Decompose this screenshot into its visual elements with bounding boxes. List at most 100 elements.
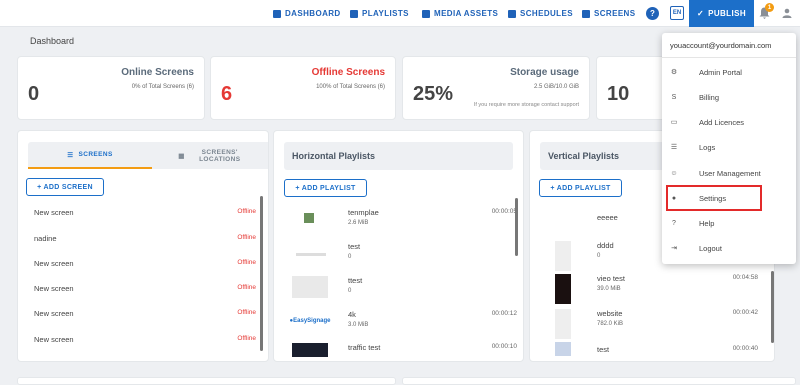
scrollbar[interactable] <box>260 196 263 351</box>
bottom-panel <box>402 377 796 385</box>
add-screen-button[interactable]: + ADD SCREEN <box>26 178 104 196</box>
scrollbar[interactable] <box>515 198 518 256</box>
playlist-row[interactable]: ●EasySignage 4k 3.0 MiB 00:00:12 <box>290 310 517 334</box>
page-title: Dashboard <box>30 36 75 46</box>
playlist-size: 2.6 MiB <box>348 220 369 226</box>
playlist-thumbnail <box>555 241 571 271</box>
publish-button[interactable]: ✓ PUBLISH <box>689 0 754 27</box>
offline-title: Offline Screens <box>311 67 385 78</box>
screen-row[interactable]: New screen Offline <box>34 208 256 220</box>
bottom-panel <box>17 377 396 385</box>
playlist-size: 3.0 MiB <box>348 322 369 328</box>
playlist-thumbnail <box>292 208 328 230</box>
playlist-thumbnail <box>555 309 571 339</box>
users-icon: ☺ <box>670 169 678 177</box>
screen-name: New screen <box>34 259 74 268</box>
nav-screens-label: SCREENS <box>594 9 636 18</box>
playlist-row[interactable]: test 0 <box>292 242 517 266</box>
logout-icon: ⇥ <box>671 245 677 252</box>
screen-name: New screen <box>34 335 74 344</box>
playlist-thumbnail <box>292 242 328 264</box>
menu-item-billing[interactable]: S Billing <box>662 89 796 107</box>
playlist-duration: 00:00:42 <box>732 309 758 316</box>
tab-locations[interactable]: ▦ SCREENS' LOCATIONS <box>152 142 268 169</box>
language-button[interactable]: EN <box>670 6 684 20</box>
playlist-size: 39.0 MiB <box>597 286 621 292</box>
image-icon <box>422 9 430 18</box>
list-icon: ☰ <box>67 151 74 159</box>
online-count: 0 <box>28 83 40 105</box>
playlist-row[interactable]: tenmplae 2.6 MiB 00:00:05 <box>292 208 517 232</box>
horizontal-playlists-title: Horizontal Playlists <box>284 142 513 170</box>
menu-item-logout[interactable]: ⇥ Logout <box>662 240 796 258</box>
playlist-thumbnail <box>555 342 571 356</box>
nav-playlists[interactable]: PLAYLISTS <box>350 0 409 27</box>
screen-status: Offline <box>237 208 256 215</box>
menu-item-admin-portal[interactable]: ⚙ Admin Portal <box>662 64 796 82</box>
playlist-name: website <box>597 309 623 318</box>
screen-status: Offline <box>237 309 256 316</box>
nav-screens[interactable]: SCREENS <box>582 0 635 27</box>
dashboard-icon <box>273 9 281 18</box>
user-menu-icon[interactable] <box>782 8 792 18</box>
screen-row[interactable]: New screen Offline <box>34 259 256 271</box>
playlist-row[interactable]: ttest 0 <box>292 276 517 300</box>
offline-count: 6 <box>221 83 233 105</box>
online-sub: 0% of Total Screens (6) <box>131 84 194 90</box>
playlist-size: 0 <box>597 253 601 259</box>
screen-row[interactable]: New screen Offline <box>34 284 256 296</box>
account-email: youaccount@yourdomain.com <box>670 41 772 50</box>
menu-item-add-licences[interactable]: ▭ Add Licences <box>662 114 796 132</box>
add-playlist-button[interactable]: + ADD PLAYLIST <box>284 179 367 197</box>
playlist-name: traffic test <box>348 343 381 352</box>
scrollbar[interactable] <box>771 271 774 343</box>
playlist-name: dddd <box>597 241 614 250</box>
playlist-duration: 00:00:12 <box>491 310 517 317</box>
screen-row[interactable]: nadine Offline <box>34 234 256 246</box>
tab-locations-label: SCREENS' LOCATIONS <box>199 148 241 163</box>
playlist-row[interactable]: website 782.0 KiB 00:00:42 <box>555 309 774 339</box>
menu-divider <box>662 57 796 58</box>
nav-schedules-label: SCHEDULES <box>520 9 573 18</box>
offline-sub: 100% of Total Screens (6) <box>316 84 385 90</box>
playlist-thumbnail <box>292 276 328 298</box>
screen-status: Offline <box>237 234 256 241</box>
menu-item-label: Logs <box>699 143 716 152</box>
storage-title: Storage usage <box>510 67 579 78</box>
screen-status: Offline <box>237 335 256 342</box>
playlist-duration: 00:00:05 <box>491 208 517 215</box>
tab-screens-label: SCREENS <box>78 151 113 158</box>
notification-badge: 1 <box>765 3 774 12</box>
check-icon: ✓ <box>696 9 705 18</box>
storage-note: If you require more storage contact supp… <box>473 102 579 108</box>
playlist-name: tenmplae <box>348 208 379 217</box>
menu-item-label: Logout <box>699 244 722 253</box>
playlist-name: test <box>597 345 610 354</box>
menu-item-help[interactable]: ? Help <box>662 215 796 233</box>
screen-row[interactable]: New screen Offline <box>34 309 256 321</box>
playlist-thumbnail <box>555 274 571 304</box>
playlist-row[interactable]: traffic test 00:00:10 <box>292 343 517 361</box>
playlist-row[interactable]: vieo test 39.0 MiB 00:04:58 <box>555 274 774 304</box>
tab-screens[interactable]: ☰ SCREENS <box>28 142 152 169</box>
help-button[interactable]: ? <box>646 7 659 20</box>
screen-row[interactable]: New screen Offline <box>34 335 256 347</box>
playlist-duration: 00:04:58 <box>732 274 758 281</box>
playlist-name: test <box>348 242 361 251</box>
menu-item-user-management[interactable]: ☺ User Management <box>662 165 796 183</box>
screens-tabs: ☰ SCREENS ▦ SCREENS' LOCATIONS <box>28 142 268 169</box>
map-icon: ▦ <box>178 152 185 160</box>
playlist-row[interactable]: test 00:00:40 <box>555 342 774 361</box>
nav-playlists-label: PLAYLISTS <box>362 9 409 18</box>
nav-dashboard[interactable]: DASHBOARD <box>273 0 341 27</box>
playlist-name: vieo test <box>597 274 625 283</box>
menu-item-logs[interactable]: ☰ Logs <box>662 139 796 157</box>
licences-count: 10 <box>607 83 630 105</box>
horizontal-playlists-panel: Horizontal Playlists + ADD PLAYLIST tenm… <box>273 130 524 362</box>
add-vertical-playlist-button[interactable]: + ADD PLAYLIST <box>539 179 622 197</box>
playlist-thumbnail <box>292 343 328 357</box>
nav-schedules[interactable]: SCHEDULES <box>508 0 573 27</box>
playlist-name: ttest <box>348 276 363 285</box>
help-icon: ? <box>672 219 676 227</box>
nav-media-assets[interactable]: MEDIA ASSETS <box>422 0 498 27</box>
